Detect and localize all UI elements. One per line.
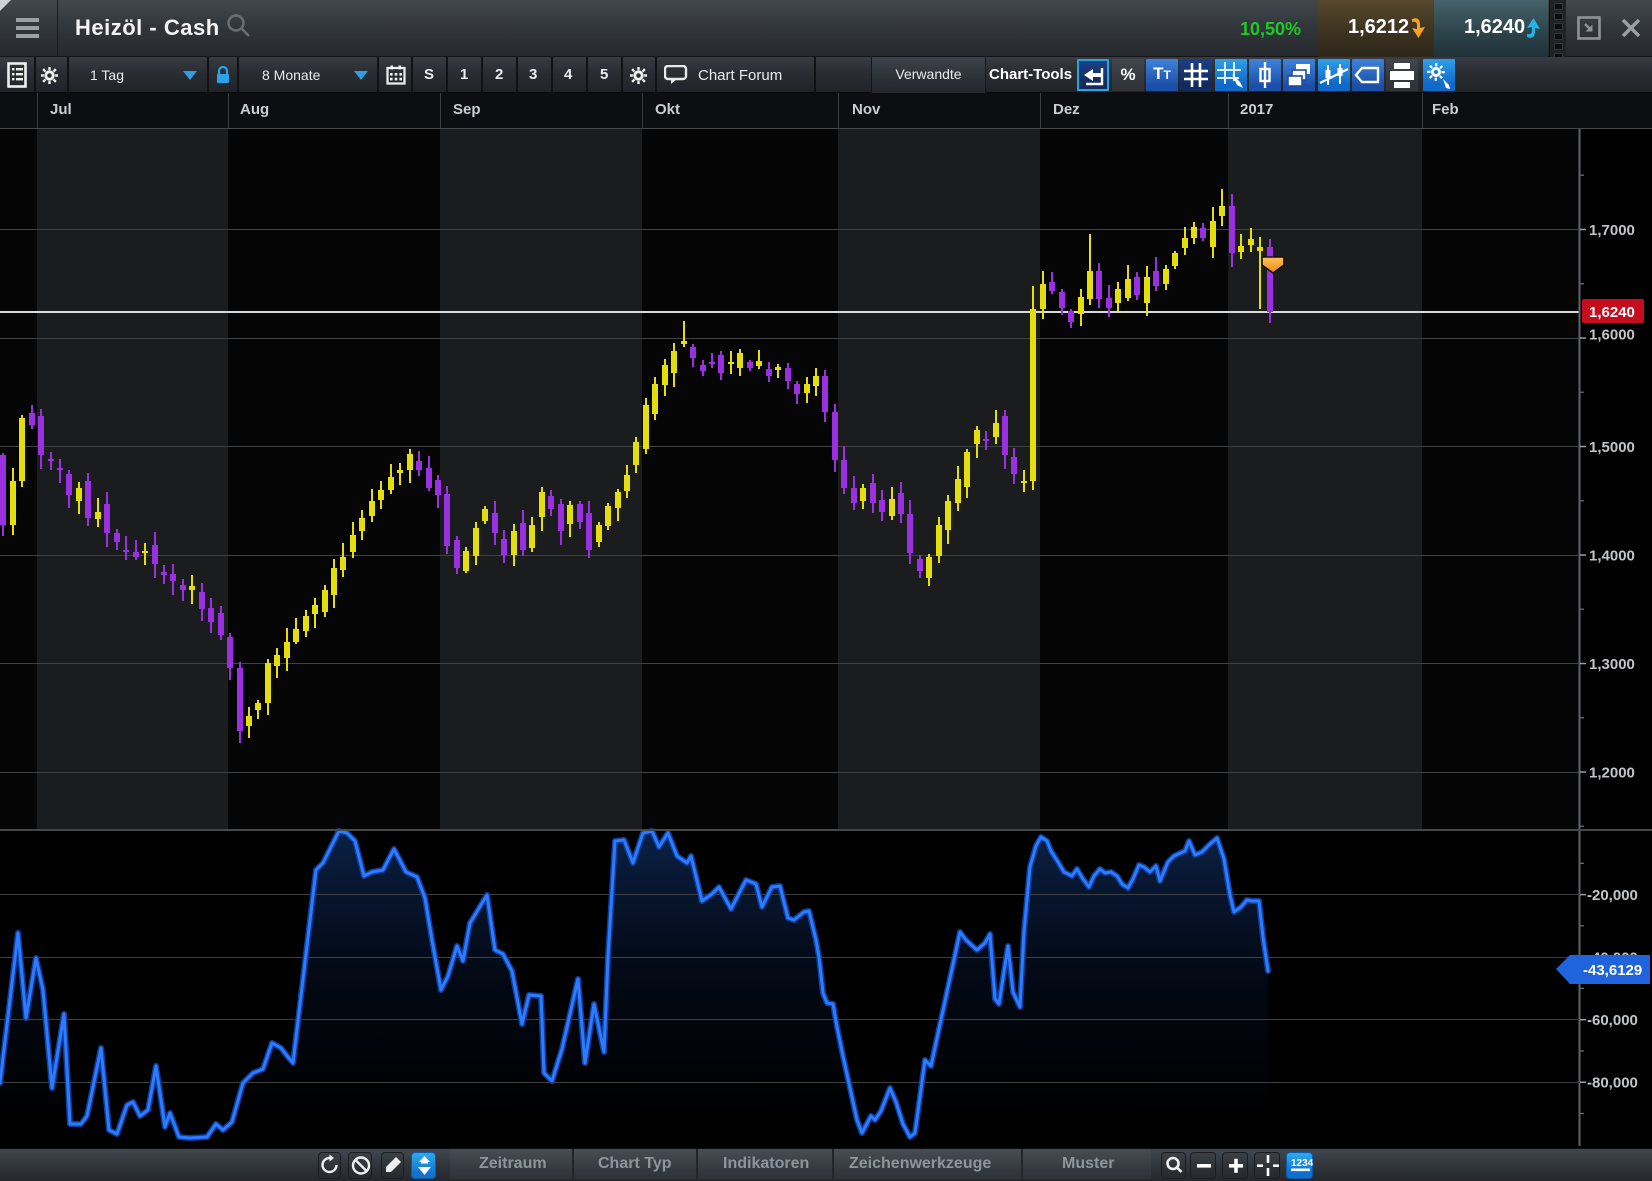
svg-text:1,2000: 1,2000 [1589,765,1635,782]
svg-text:-20,000: -20,000 [1587,887,1638,904]
svg-text:1,6240: 1,6240 [1589,304,1635,321]
svg-text:1,3000: 1,3000 [1589,656,1635,673]
svg-text:-43,6129: -43,6129 [1583,962,1642,979]
svg-text:1,4000: 1,4000 [1589,548,1635,565]
svg-text:1,5000: 1,5000 [1589,439,1635,456]
svg-text:-60,000: -60,000 [1587,1012,1638,1029]
svg-text:-80,000: -80,000 [1587,1075,1638,1092]
svg-text:1,7000: 1,7000 [1589,222,1635,239]
svg-text:1234: 1234 [1291,1158,1314,1169]
svg-text:1,6000: 1,6000 [1589,327,1635,344]
